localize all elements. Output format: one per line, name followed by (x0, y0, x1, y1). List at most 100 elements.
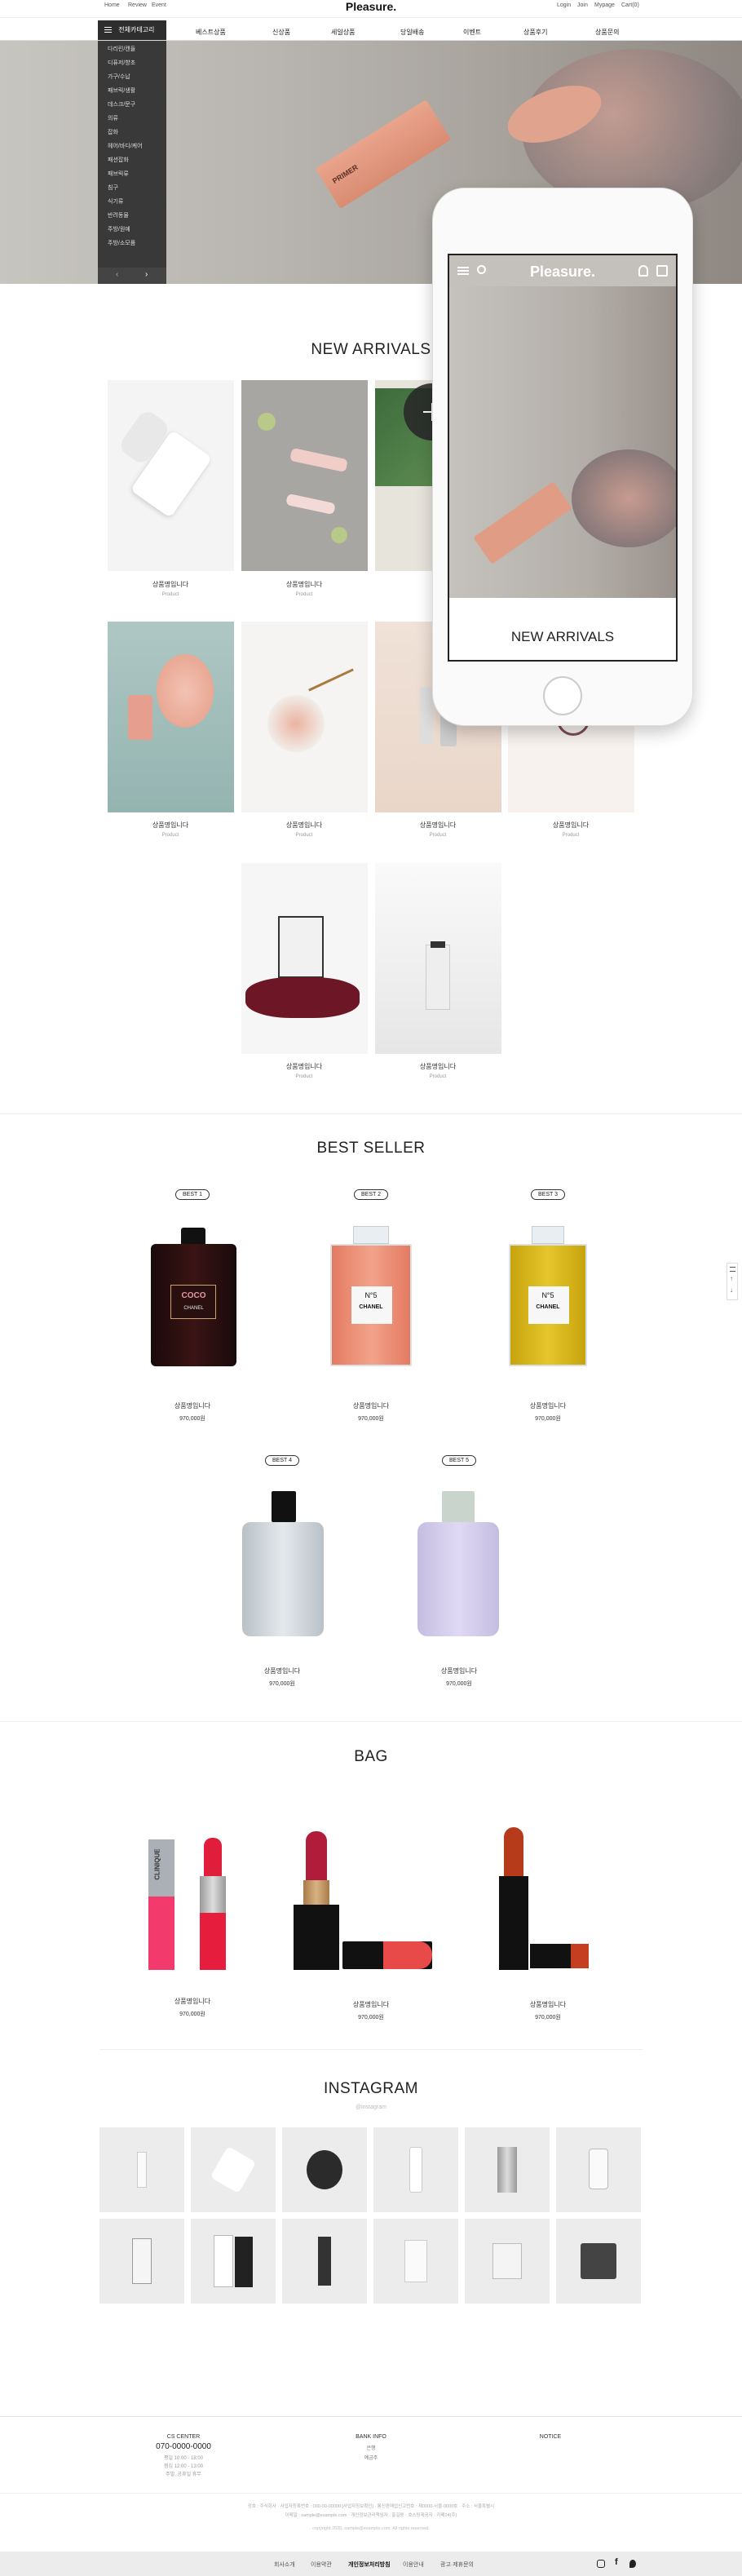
cart-icon[interactable] (656, 265, 668, 277)
product-image[interactable] (375, 863, 501, 1054)
kakao-icon[interactable] (629, 2560, 636, 2568)
nav-item-sameday[interactable]: 당일배송 (400, 28, 424, 37)
bottle-brand: CHANEL (536, 1304, 560, 1310)
card-name[interactable]: 상품명입니다 (217, 1666, 347, 1675)
footer-link-about[interactable]: 회사소개 (274, 2561, 295, 2569)
card-name[interactable]: 상품명입니다 (127, 1401, 258, 1410)
search-icon[interactable] (477, 265, 486, 274)
top-link-mypage[interactable]: Mypage (594, 2, 615, 8)
product-image[interactable] (285, 1815, 457, 1978)
product-image[interactable] (108, 622, 234, 812)
category-item[interactable]: 잡화 (98, 126, 166, 139)
product-image[interactable] (108, 380, 234, 571)
facebook-icon[interactable]: f (615, 2557, 618, 2567)
menu-icon[interactable] (730, 1267, 735, 1272)
card-name[interactable]: 상품명입니다 (239, 580, 369, 589)
product-image[interactable]: N°5 CHANEL (489, 1219, 607, 1383)
product-image[interactable] (481, 1815, 603, 1978)
nav-item-review[interactable]: 상품후기 (523, 28, 547, 37)
nav-item-qna[interactable]: 상품문의 (595, 28, 619, 37)
bank-holder: 예금주 (364, 2456, 378, 2461)
home-button[interactable] (543, 676, 582, 715)
nav-item-sale[interactable]: 세일상품 (331, 28, 355, 37)
chevron-right-icon[interactable]: › (145, 270, 148, 279)
card-name[interactable]: 상품명입니다 (506, 821, 636, 830)
instagram-post[interactable] (191, 2219, 276, 2304)
product-image[interactable] (241, 380, 368, 571)
instagram-post[interactable] (99, 2127, 184, 2212)
chevron-left-icon[interactable]: ‹ (116, 270, 118, 279)
instagram-post[interactable] (556, 2219, 641, 2304)
card-sub: Product (429, 1074, 447, 1079)
category-item[interactable]: 침구 (98, 181, 166, 195)
top-link-home[interactable]: Home (104, 2, 120, 8)
card-name[interactable]: 상품명입니다 (306, 2000, 436, 2009)
notice-title[interactable]: NOTICE (473, 2434, 628, 2440)
category-item[interactable]: 디퓨저/향초 (98, 56, 166, 70)
category-item[interactable]: 데스크/문구 (98, 98, 166, 112)
product-image[interactable]: CLINIQUE (130, 1815, 253, 1978)
card-name[interactable]: 상품명입니다 (239, 821, 369, 830)
instagram-grid (99, 2127, 643, 2307)
category-menu-button[interactable]: 전체카테고리 (98, 20, 166, 40)
card-name[interactable]: 상품명입니다 (483, 2000, 613, 2009)
category-item[interactable]: 패브릭류 (98, 167, 166, 181)
instagram-handle[interactable]: @instagram (0, 2105, 742, 2110)
instagram-post[interactable] (556, 2127, 641, 2212)
top-link-review[interactable]: Review (128, 2, 147, 8)
instagram-post[interactable] (465, 2219, 550, 2304)
category-item[interactable]: 주방/소모품 (98, 237, 166, 250)
instagram-icon[interactable] (597, 2560, 605, 2568)
category-item[interactable]: 패브릭/생활 (98, 84, 166, 98)
card-name[interactable]: 상품명입니다 (105, 821, 236, 830)
product-image[interactable]: N°5 CHANEL (312, 1219, 431, 1383)
top-link-cart[interactable]: Cart(0) (621, 2, 639, 8)
scroll-top-icon[interactable]: ↑ (730, 1275, 733, 1282)
user-icon[interactable] (638, 265, 648, 277)
footer-link-ad[interactable]: 광고·제휴문의 (440, 2561, 474, 2569)
card-name[interactable]: 상품명입니다 (373, 821, 503, 830)
nav-item-new[interactable]: 신상품 (272, 28, 290, 37)
category-item[interactable]: 식기류 (98, 195, 166, 209)
card-name[interactable]: 상품명입니다 (483, 1401, 613, 1410)
card-name[interactable]: 상품명입니다 (239, 1062, 369, 1071)
card-price: 970,000원 (179, 1416, 205, 1422)
category-item[interactable]: 반려동물 (98, 209, 166, 223)
category-item[interactable]: 주방/원예 (98, 223, 166, 237)
card-name[interactable]: 상품명입니다 (127, 1997, 258, 2006)
instagram-post[interactable] (282, 2219, 367, 2304)
product-image[interactable] (241, 863, 368, 1054)
scroll-bottom-icon[interactable]: ↓ (730, 1286, 733, 1294)
top-link-login[interactable]: Login (557, 2, 571, 8)
footer-link-privacy[interactable]: 개인정보처리방침 (348, 2561, 391, 2569)
instagram-post[interactable] (465, 2127, 550, 2212)
card-name[interactable]: 상품명입니다 (306, 1401, 436, 1410)
cs-phone: 070-0000-0000 (156, 2442, 211, 2451)
product-image[interactable]: COCO CHANEL (135, 1219, 253, 1383)
nav-item-best[interactable]: 베스트상품 (196, 28, 226, 37)
category-item[interactable]: 의류 (98, 112, 166, 126)
card-name[interactable]: 상품명입니다 (394, 1666, 524, 1675)
footer-link-terms[interactable]: 이용약관 (311, 2561, 332, 2569)
top-link-event[interactable]: Event (152, 2, 166, 8)
product-image[interactable] (224, 1485, 342, 1648)
category-item[interactable]: 다리린/캔들 (98, 42, 166, 56)
instagram-post[interactable] (99, 2219, 184, 2304)
nav-item-event[interactable]: 이벤트 (463, 28, 481, 37)
top-link-join[interactable]: Join (577, 2, 588, 8)
category-item[interactable]: 패션잡화 (98, 153, 166, 167)
card-name[interactable]: 상품명입니다 (373, 1062, 503, 1071)
instagram-post[interactable] (373, 2127, 458, 2212)
instagram-post[interactable] (191, 2127, 276, 2212)
instagram-post[interactable] (373, 2219, 458, 2304)
product-image[interactable] (241, 622, 368, 812)
product-image[interactable] (401, 1485, 519, 1648)
card-name[interactable]: 상품명입니다 (105, 580, 236, 589)
category-item[interactable]: 가구/수납 (98, 70, 166, 84)
mobile-screen: Pleasure. NEW ARRIVALS (448, 254, 678, 662)
category-item[interactable]: 헤어/바디/케어 (98, 139, 166, 153)
card-sub: Product (295, 592, 313, 597)
footer-link-guide[interactable]: 이용안내 (403, 2561, 424, 2569)
instagram-post[interactable] (282, 2127, 367, 2212)
best-badge: BEST 2 (354, 1189, 388, 1200)
